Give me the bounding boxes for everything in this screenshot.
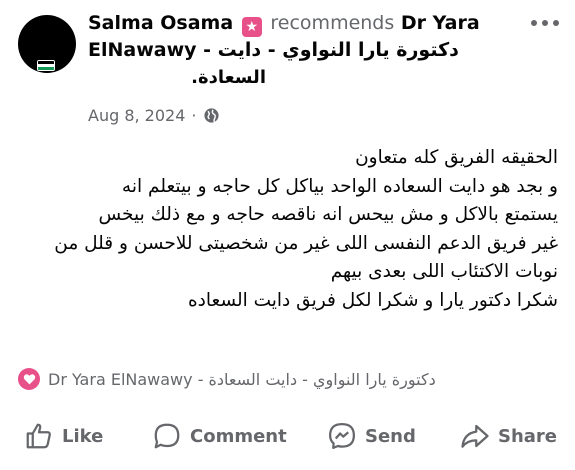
comment-button[interactable]: Comment — [152, 416, 287, 456]
post-body-line: نوبات الاكتئاب اللى بعدى بيهم — [330, 261, 558, 282]
post-body-line: الحقيقه الفريق كله متعاون — [355, 147, 558, 168]
post-date[interactable]: Aug 8, 2024 — [88, 106, 185, 125]
meta-separator: · — [191, 106, 197, 125]
post-body-line: يستمتع بالاكل و مش بيحس انه ناقصه حاجه و… — [98, 204, 558, 225]
heart-icon — [18, 368, 40, 390]
messenger-icon — [329, 423, 355, 449]
author-name[interactable]: Salma Osama — [88, 12, 233, 34]
thumbs-up-icon — [26, 423, 51, 449]
recommends-verb: recommends — [270, 12, 395, 34]
more-options-icon[interactable] — [531, 18, 559, 28]
send-label: Send — [365, 425, 416, 447]
share-arrow-icon — [461, 424, 489, 448]
recommended-page-name-line2[interactable]: ElNawawy - دكتورة يارا النواوي - دايت — [88, 37, 516, 64]
share-label: Share — [498, 425, 558, 447]
like-label: Like — [62, 425, 104, 447]
action-bar: Like Comment Send Share — [0, 416, 575, 456]
post-body: الحقيقه الفريق كله متعاون و بجد هو دايت … — [18, 144, 558, 315]
share-button[interactable]: Share — [460, 416, 557, 456]
like-button[interactable]: Like — [24, 416, 103, 456]
send-button[interactable]: Send — [327, 416, 416, 456]
recommendation-page-label[interactable]: Dr Yara ElNawawy - دكتورة يارا النواوي -… — [48, 370, 436, 389]
recommended-page-name[interactable]: Dr Yara — [401, 12, 480, 34]
post-body-line: شكرا دكتور يارا و شكرا لكل فريق دايت الس… — [187, 289, 558, 311]
star-badge-icon: ★ — [241, 17, 262, 37]
comment-label: Comment — [190, 425, 287, 447]
post-meta: Aug 8, 2024 · — [88, 106, 220, 125]
post-header: Salma Osama ★ recommends Dr Yara ElNawaw… — [88, 10, 516, 91]
recommended-page-name-line3[interactable]: السعادة. — [88, 64, 516, 91]
post-body-line: و بجد هو دايت السعاده الواحد بياكل كل حا… — [121, 175, 558, 197]
palestine-flag-icon — [37, 60, 55, 71]
comment-bubble-icon — [154, 423, 180, 449]
globe-icon[interactable] — [203, 107, 220, 124]
post-body-line: غير فريق الدعم النفسى اللى غير من شخصيتى… — [54, 232, 558, 254]
recommendation-link[interactable]: Dr Yara ElNawawy - دكتورة يارا النواوي -… — [18, 368, 436, 390]
